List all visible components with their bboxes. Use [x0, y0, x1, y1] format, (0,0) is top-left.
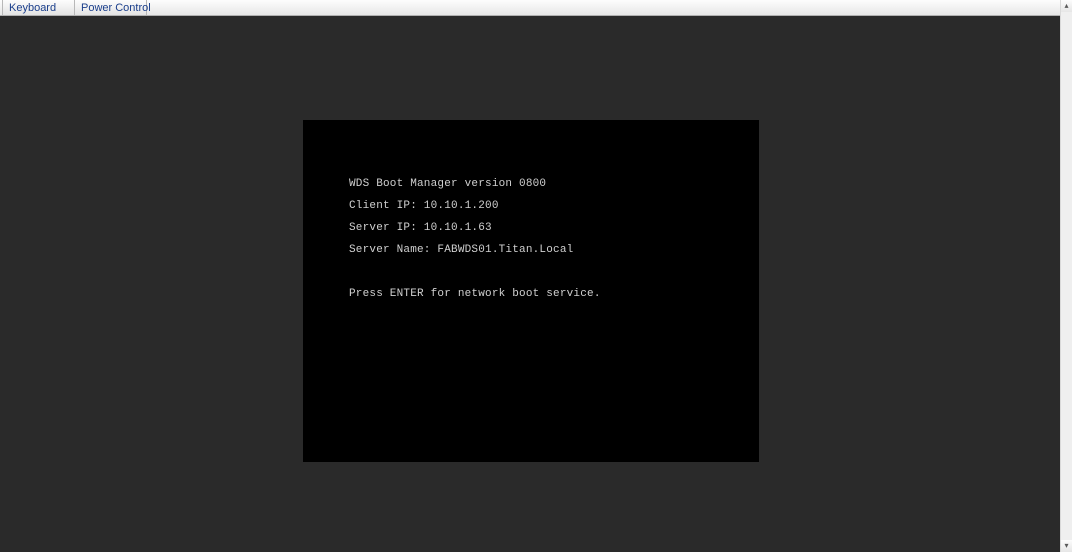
boot-line-name: Server Name: FABWDS01.Titan.Local	[349, 245, 759, 256]
main-column: Keyboard Power Control WDS Boot Manager …	[0, 0, 1060, 552]
menu-bar: Keyboard Power Control	[0, 0, 1060, 16]
remote-console-area[interactable]: WDS Boot Manager version 0800 Client IP:…	[0, 16, 1060, 552]
scroll-down-button[interactable]: ▾	[1061, 540, 1072, 552]
boot-line-client: Client IP: 10.10.1.200	[349, 201, 759, 212]
menu-power-control[interactable]: Power Control	[74, 0, 147, 15]
scroll-up-button[interactable]: ▴	[1061, 0, 1072, 12]
boot-blank-line	[349, 267, 759, 278]
menu-keyboard[interactable]: Keyboard	[2, 0, 75, 15]
chevron-down-icon: ▾	[1064, 542, 1068, 550]
boot-line-server: Server IP: 10.10.1.63	[349, 223, 759, 234]
boot-line-prompt: Press ENTER for network boot service.	[349, 289, 759, 300]
boot-line-title: WDS Boot Manager version 0800	[349, 179, 759, 190]
boot-screen: WDS Boot Manager version 0800 Client IP:…	[303, 120, 759, 462]
app-window: Keyboard Power Control WDS Boot Manager …	[0, 0, 1072, 552]
vertical-scrollbar[interactable]: ▴ ▾	[1060, 0, 1072, 552]
scroll-track[interactable]	[1061, 12, 1072, 540]
chevron-up-icon: ▴	[1064, 2, 1068, 10]
menu-keyboard-label: Keyboard	[9, 1, 56, 15]
menu-power-control-label: Power Control	[81, 1, 151, 15]
